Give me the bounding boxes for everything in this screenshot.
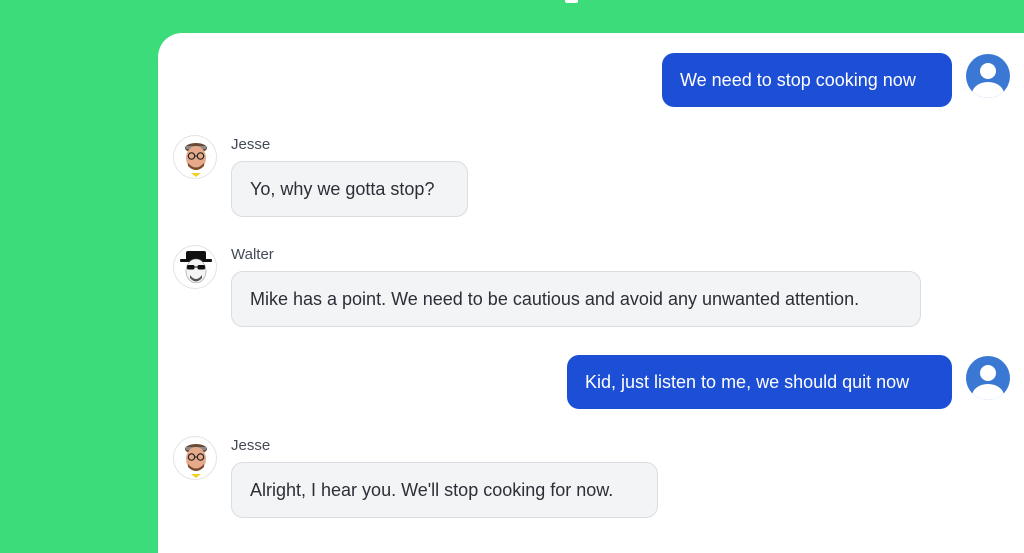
user-avatar-icon[interactable] [966, 54, 1010, 98]
sender-name: Walter [231, 246, 274, 263]
window-handle [565, 0, 578, 3]
outgoing-message-bubble: We need to stop cooking now [662, 53, 952, 107]
chat-panel: We need to stop cooking now Jesse Yo, wh… [158, 33, 1024, 553]
incoming-message-bubble: Yo, why we gotta stop? [231, 161, 468, 217]
user-avatar-icon[interactable] [966, 356, 1010, 400]
walter-avatar-icon[interactable] [173, 245, 217, 289]
jesse-avatar-icon[interactable] [173, 436, 217, 480]
sender-name: Jesse [231, 136, 271, 153]
outgoing-message-bubble: Kid, just listen to me, we should quit n… [567, 355, 952, 409]
jesse-avatar-icon[interactable] [173, 135, 217, 179]
sender-name: Jesse [231, 437, 271, 454]
incoming-message-bubble: Mike has a point. We need to be cautious… [231, 271, 921, 327]
incoming-message-bubble: Alright, I hear you. We'll stop cooking … [231, 462, 658, 518]
